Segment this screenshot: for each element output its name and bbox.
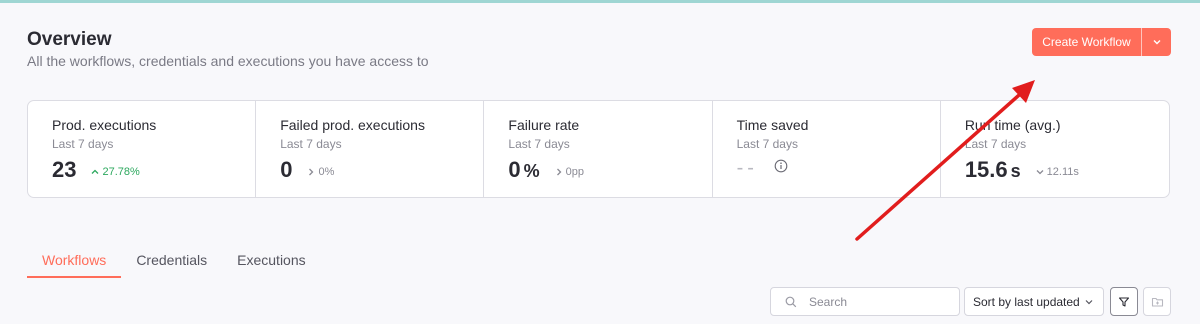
stat-period: Last 7 days xyxy=(508,137,570,151)
stats-panel: Prod. executions Last 7 days 23 27.78% F… xyxy=(27,100,1170,198)
stat-label: Run time (avg.) xyxy=(964,117,1061,133)
stat-value-placeholder: -- xyxy=(736,157,758,179)
tabs-bar: Workflows Credentials Executions xyxy=(27,250,321,278)
chevron-down-icon xyxy=(1036,170,1044,175)
stat-failure-rate[interactable]: Failure rate Last 7 days 0% 0pp xyxy=(484,101,713,197)
stat-period: Last 7 days xyxy=(52,137,114,151)
stat-value-number: 0 xyxy=(508,157,521,182)
stat-delta-value: 12.11s xyxy=(1046,166,1079,178)
stat-value: 0 xyxy=(280,157,293,182)
tab-executions[interactable]: Executions xyxy=(222,250,320,278)
chevron-down-icon xyxy=(1153,40,1160,45)
stat-delta: 0pp xyxy=(554,166,584,178)
top-accent-strip xyxy=(0,0,1200,3)
stat-delta-value: 27.78% xyxy=(102,166,140,178)
stat-time-saved[interactable]: Time saved Last 7 days -- xyxy=(713,101,941,197)
search-input[interactable] xyxy=(809,294,949,309)
stat-period: Last 7 days xyxy=(736,137,798,151)
chevron-up-icon xyxy=(92,169,99,174)
stat-label: Time saved xyxy=(736,117,809,133)
stat-delta: 27.78% xyxy=(90,166,140,178)
stat-prod-executions[interactable]: Prod. executions Last 7 days 23 27.78% xyxy=(28,101,257,197)
search-box[interactable] xyxy=(770,287,960,316)
stat-value: 23 xyxy=(52,157,77,182)
stat-delta: 0% xyxy=(306,166,334,178)
create-options-dropdown[interactable] xyxy=(1142,28,1171,56)
page-title: Overview xyxy=(27,29,112,50)
stat-value-unit: % xyxy=(523,161,540,181)
create-workflow-label[interactable]: Create Workflow xyxy=(1032,28,1141,56)
info-icon[interactable] xyxy=(774,159,788,178)
stat-run-time[interactable]: Run time (avg.) Last 7 days 15.6 s 12.11s xyxy=(941,101,1169,197)
stat-label: Failed prod. executions xyxy=(280,117,425,133)
search-icon xyxy=(785,296,797,307)
page-subtitle: All the workflows, credentials and execu… xyxy=(27,53,429,69)
sort-select[interactable]: Sort by last updated xyxy=(964,287,1104,316)
new-folder-button[interactable] xyxy=(1143,287,1171,316)
stat-delta: 12.11s xyxy=(1035,166,1079,178)
chevron-right-icon xyxy=(556,168,562,176)
stat-period: Last 7 days xyxy=(964,137,1027,151)
chevron-right-icon xyxy=(309,168,314,176)
create-workflow-button[interactable]: Create Workflow xyxy=(1032,28,1171,56)
stat-label: Failure rate xyxy=(508,117,580,133)
sort-label: Sort by last updated xyxy=(973,294,1080,309)
tab-credentials[interactable]: Credentials xyxy=(121,250,222,278)
stat-value-number: 15.6 xyxy=(964,157,1008,182)
stat-delta-value: 0% xyxy=(318,166,335,178)
stat-value: 15.6 s xyxy=(965,157,1021,183)
stat-label: Prod. executions xyxy=(52,117,157,133)
stat-value: 0% xyxy=(508,157,539,183)
chevron-down-icon xyxy=(1085,299,1093,304)
stat-period: Last 7 days xyxy=(280,137,342,151)
tab-workflows[interactable]: Workflows xyxy=(27,250,122,278)
stat-value-unit: s xyxy=(1010,161,1021,181)
stat-failed-prod-executions[interactable]: Failed prod. executions Last 7 days 0 0% xyxy=(256,101,485,197)
folder-icon xyxy=(1151,297,1163,307)
filter-button[interactable] xyxy=(1110,287,1138,316)
stat-delta-value: 0pp xyxy=(565,166,585,178)
filter-icon xyxy=(1118,296,1130,307)
